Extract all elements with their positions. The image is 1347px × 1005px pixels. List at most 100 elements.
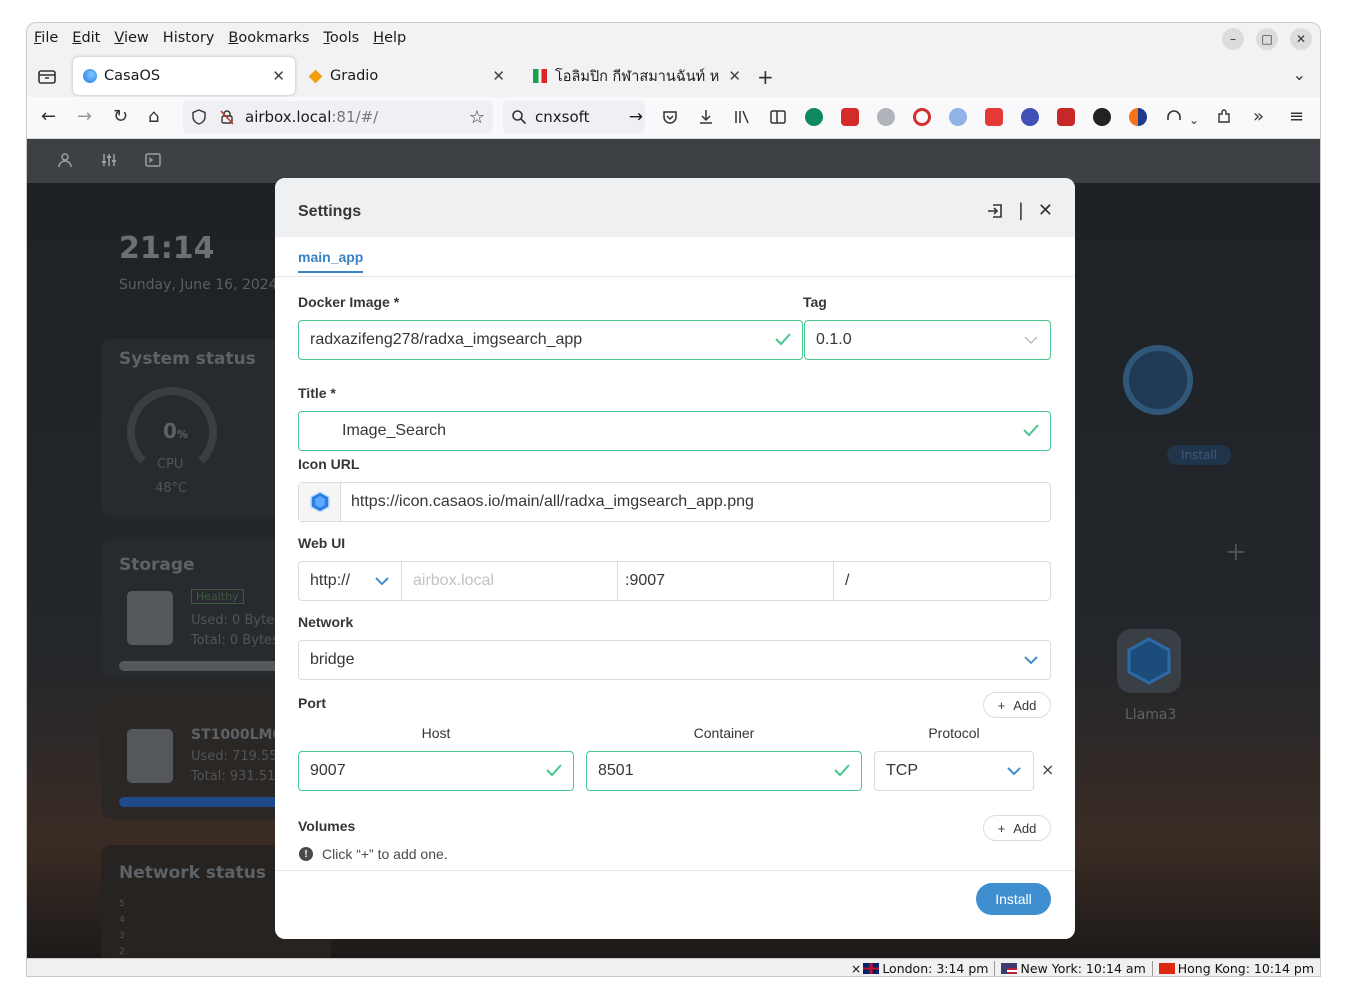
menu-help[interactable]: Help	[373, 30, 406, 46]
webui-path-input[interactable]: /	[833, 561, 1051, 601]
title-value: Image_Search	[342, 422, 447, 439]
add-volume-button[interactable]: + Add	[983, 815, 1051, 841]
sliders-icon[interactable]	[101, 152, 117, 168]
menu-view[interactable]: View	[114, 30, 148, 46]
new-tab-button[interactable]: +	[757, 65, 774, 89]
user-icon[interactable]	[57, 152, 73, 168]
menu-bookmarks[interactable]: Bookmarks	[228, 30, 309, 46]
color-extension-icon[interactable]	[1129, 108, 1147, 126]
title-input[interactable]: Image_Search	[298, 411, 1051, 451]
search-go-button[interactable]: →	[629, 107, 643, 127]
shield-icon[interactable]	[191, 109, 207, 125]
close-tab-icon[interactable]: ✕	[272, 67, 285, 85]
uk-flag-icon	[863, 963, 880, 974]
minimize-button[interactable]: –	[1222, 28, 1244, 50]
host-port-value: 9007	[310, 762, 346, 779]
tab-gradio[interactable]: Gradio ✕	[299, 57, 515, 95]
remove-port-icon[interactable]: ×	[1041, 760, 1054, 779]
menu-history[interactable]: History	[163, 30, 215, 46]
icon-url-input[interactable]: https://icon.casaos.io/main/all/radxa_im…	[298, 482, 1051, 522]
insecure-lock-icon[interactable]	[219, 109, 235, 125]
reader-view-icon[interactable]	[769, 108, 787, 126]
install-button[interactable]: Install	[976, 883, 1051, 915]
close-tab-icon[interactable]: ✕	[492, 67, 505, 85]
tab-olympic[interactable]: โอลิมปิก กีฬาสมานฉันท์ ห ✕	[523, 57, 743, 95]
clock-text: London: 3:14 pm	[882, 961, 989, 976]
tab-label: โอลิมปิก กีฬาสมานฉันท์ ห	[555, 68, 720, 85]
network-select[interactable]: bridge	[298, 640, 1051, 680]
adblock-extension-icon[interactable]	[985, 108, 1003, 126]
search-input[interactable]: cnxsoft	[535, 108, 590, 126]
plus-icon: +	[997, 820, 1006, 836]
menu-tools[interactable]: Tools	[323, 30, 359, 46]
globe-extension-icon[interactable]	[877, 108, 895, 126]
tab-casaos[interactable]: CasaOS ✕	[73, 57, 295, 95]
disk-total: Total: 931.51	[191, 769, 276, 784]
close-clocks-icon[interactable]: ×	[851, 961, 861, 976]
tab-list-icon[interactable]	[37, 67, 57, 85]
overflow-menu-icon[interactable]: »	[1253, 107, 1264, 127]
close-tab-icon[interactable]: ✕	[728, 67, 741, 85]
tag-value: 0.1.0	[816, 331, 852, 348]
grammar-extension-icon[interactable]	[805, 108, 823, 126]
link-extension-icon[interactable]	[949, 108, 967, 126]
export-icon[interactable]	[986, 202, 1004, 220]
forward-button[interactable]: →	[77, 107, 92, 127]
add-port-button[interactable]: + Add	[983, 692, 1051, 718]
hamburger-menu-icon[interactable]: ≡	[1289, 107, 1304, 127]
port-label: Port	[298, 695, 326, 711]
block-extension-icon[interactable]	[913, 108, 931, 126]
url-bar[interactable]: airbox.local :81/#/ ☆	[183, 101, 493, 133]
terminal-icon[interactable]	[145, 152, 161, 168]
volumes-hint: ! Click “+” to add one.	[299, 846, 448, 862]
home-button[interactable]: ⌂	[148, 107, 159, 127]
back-button[interactable]: ←	[41, 107, 56, 127]
close-modal-icon[interactable]: ✕	[1038, 200, 1053, 221]
header-separator: |	[1017, 200, 1024, 221]
tag-select[interactable]: 0.1.0	[804, 320, 1051, 360]
tab-label: Gradio	[330, 68, 379, 84]
container-port-input[interactable]: 8501	[586, 751, 862, 791]
tab-overflow-chevron-icon[interactable]: ⌄	[1293, 65, 1306, 84]
app-label-llama3: Llama3	[1125, 707, 1177, 723]
library-icon[interactable]	[733, 108, 751, 126]
add-app-icon[interactable]: +	[1225, 537, 1247, 567]
headphones-icon[interactable]	[1165, 108, 1183, 126]
app-icon-llama3[interactable]	[1117, 629, 1181, 693]
health-badge: Healthy	[191, 589, 244, 604]
chevron-down-icon	[375, 577, 389, 586]
maximize-button[interactable]: □	[1256, 28, 1278, 50]
vpn-extension-icon[interactable]	[1021, 108, 1039, 126]
pocket-icon[interactable]	[661, 108, 679, 126]
app-install-pill[interactable]: Install	[1167, 445, 1231, 465]
docker-image-input[interactable]: radxazifeng278/radxa_imgsearch_app	[298, 320, 803, 360]
dropdown-chevron-icon[interactable]: ⌄	[1189, 110, 1199, 130]
bookmark-star-icon[interactable]: ☆	[469, 107, 485, 128]
card-title: Network status	[119, 863, 266, 883]
webui-host-placeholder: airbox.local	[413, 572, 494, 589]
tab-main-app[interactable]: main_app	[298, 249, 364, 273]
pdf-extension-icon[interactable]	[841, 108, 859, 126]
flag-extension-icon[interactable]	[1057, 108, 1075, 126]
protocol-column-label: Protocol	[928, 725, 980, 741]
webui-host-input[interactable]: airbox.local	[401, 561, 618, 601]
us-flag-icon	[1001, 963, 1018, 974]
add-label: Add	[1013, 697, 1037, 713]
host-port-input[interactable]: 9007	[298, 751, 574, 791]
menu-file[interactable]: File	[34, 30, 58, 46]
valid-check-icon	[775, 333, 791, 346]
webui-scheme-select[interactable]: http://	[298, 561, 402, 601]
close-window-button[interactable]: ✕	[1290, 28, 1312, 50]
app-icon-share[interactable]	[1123, 345, 1193, 415]
network-value: bridge	[310, 651, 355, 668]
extensions-puzzle-icon[interactable]	[1215, 108, 1233, 126]
host-column-label: Host	[421, 725, 451, 741]
download-icon[interactable]	[697, 108, 715, 126]
reload-button[interactable]: ↻	[113, 107, 128, 127]
gnome-extension-icon[interactable]	[1093, 108, 1111, 126]
search-bar[interactable]: cnxsoft →	[503, 101, 645, 133]
webui-port-input[interactable]: :9007	[617, 561, 834, 601]
protocol-select[interactable]: TCP	[874, 751, 1034, 791]
menu-edit[interactable]: Edit	[72, 30, 100, 46]
gradio-favicon-icon	[308, 69, 323, 83]
